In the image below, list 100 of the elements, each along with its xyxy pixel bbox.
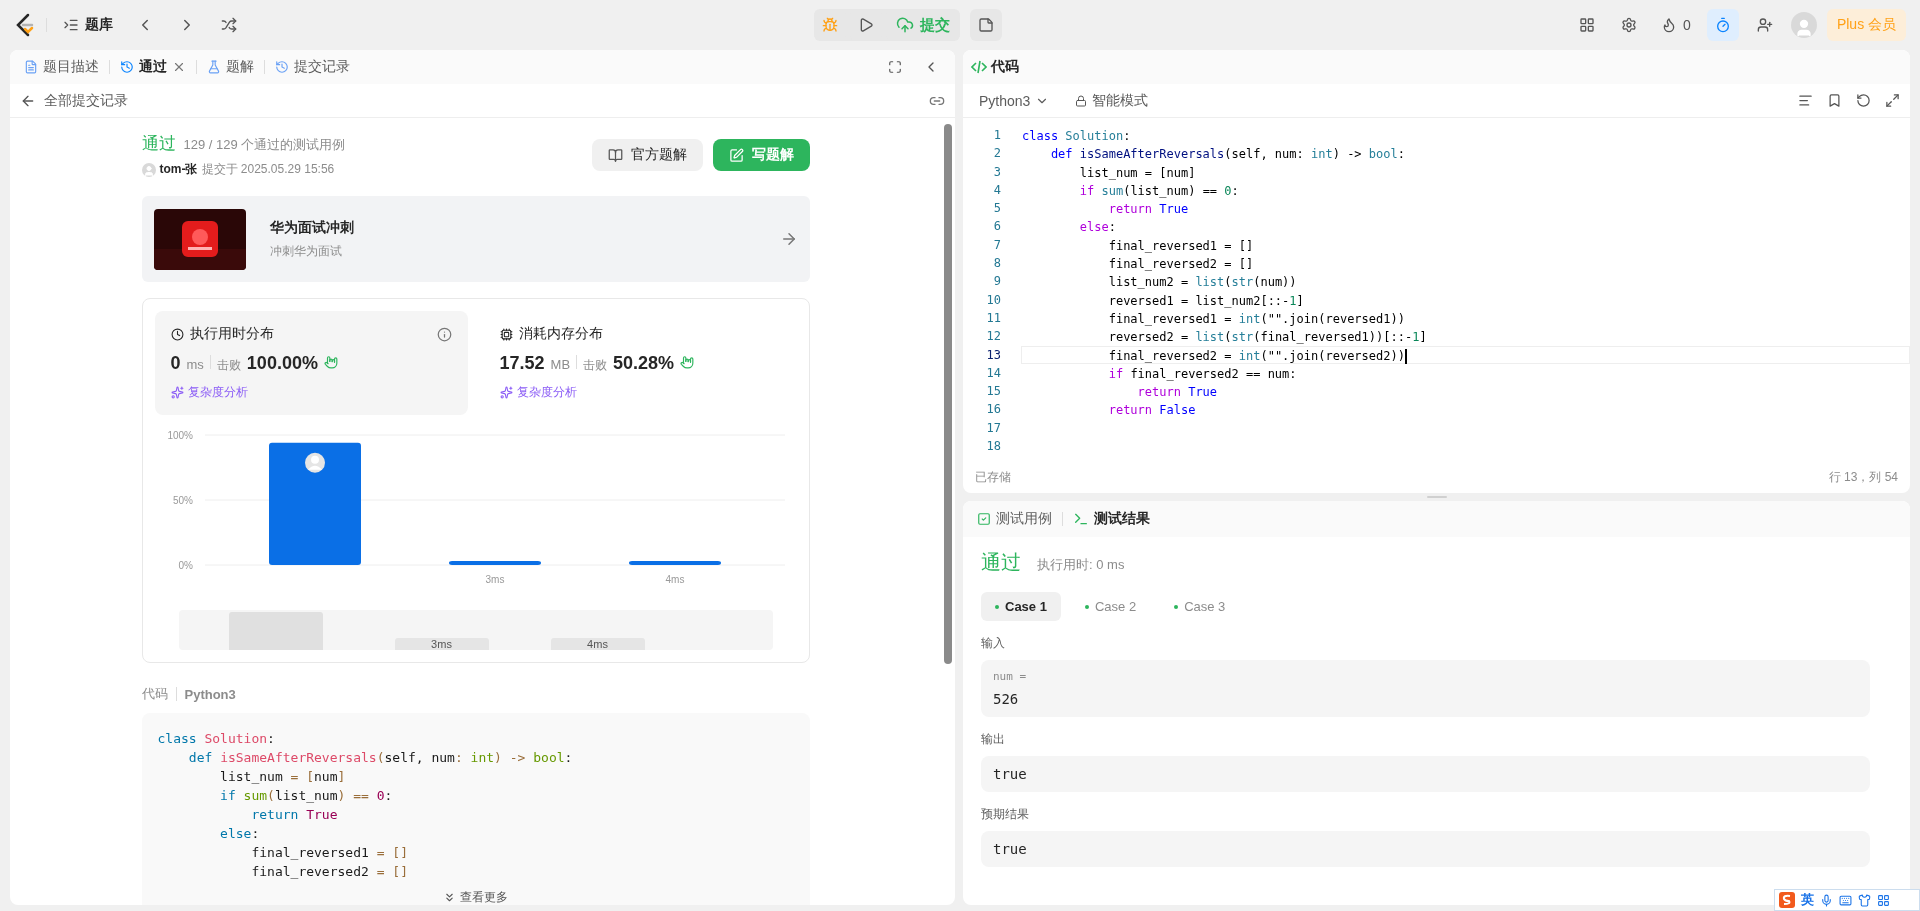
axis-label: 50% [172,495,193,506]
analysis-link[interactable]: 复杂度分析 [170,384,452,401]
grid-icon [1579,17,1596,33]
code-line: final_reversed2 = [] [250,863,409,881]
streak-button[interactable]: 0 [1655,9,1697,41]
sparkle-icon [499,386,513,399]
submit-time: 提交于 2025.05.29 15:56 [201,161,335,178]
value-text: 526 [993,691,1020,707]
grid-icon[interactable] [1877,893,1890,907]
hand-icon [680,355,695,369]
code-line: def isSameAfterReversals(self, num: int) -> bool: [1049,146,1406,163]
overview-label: 3ms [394,638,489,650]
line-number: 4 [992,181,1002,199]
section-label: 输入 [981,635,1006,652]
case-tab[interactable]: Case 2 [1070,592,1151,621]
line-number: 18 [985,438,1002,456]
resize-handle[interactable] [1426,496,1447,498]
case-tab[interactable]: Case 1 [981,592,1061,621]
avatar-icon [304,452,325,473]
expand-icon[interactable] [1885,93,1900,108]
analysis-link[interactable]: 复杂度分析 [499,384,781,401]
history-icon [120,60,134,74]
overview-label: 4ms [550,638,645,650]
keyboard-icon[interactable] [1839,893,1852,907]
terminal-icon [1073,511,1089,527]
mode-toggle[interactable]: 智能模式 [1069,87,1155,114]
code-line: return True [1136,384,1219,401]
result-status: 通过 [981,550,1021,575]
shirt-icon[interactable] [1858,893,1871,907]
shuffle-icon [221,17,237,33]
axis-label: 4ms [665,574,684,585]
back-link[interactable]: 全部提交记录 [20,91,128,110]
format-icon[interactable] [1798,93,1813,108]
line-number: 7 [992,236,1002,254]
panel-tab[interactable]: 测试用例 [971,506,1058,532]
flask-icon [207,60,221,74]
panel-tab[interactable]: 通过 [114,54,192,80]
code-line: else: [219,825,261,843]
panel-tab[interactable]: 题解 [201,54,260,80]
promo-card[interactable]: 华为面试冲刺 冲刺华为面试 [141,196,810,282]
stat-unit: MB [550,357,571,372]
stat-unit: ms [186,357,204,372]
show-more-button[interactable]: 查看更多 [435,881,516,905]
variable-name: num = [993,670,1028,683]
sparkle-icon [170,386,184,399]
code-line: class Solution: [157,730,276,748]
code-line: if sum(list_num) == 0: [1078,182,1240,200]
undo-icon[interactable] [1856,93,1871,108]
history-icon [275,60,289,74]
line-number: 2 [992,145,1002,163]
stat-value: 0 [170,353,181,374]
settings-icon [1621,17,1638,33]
microphone-icon[interactable] [1820,893,1833,907]
add-user-icon [1756,17,1773,33]
value-text: true [993,841,1028,857]
code-line: final_reversed2 = [] [1107,256,1255,273]
panel-tab[interactable]: 测试结果 [1067,506,1156,532]
logo[interactable] [14,13,36,37]
panel-tab[interactable]: 题目描述 [18,54,105,80]
problem-list-link[interactable]: 题库 [57,15,119,35]
line-number: 9 [992,273,1002,291]
test-count: 129 / 129 个通过的测试用例 [183,136,346,154]
code-line: return False [1107,402,1197,419]
line-number: 15 [985,383,1002,401]
stat-title: 执行用时分布 [189,325,274,343]
line-number: 11 [985,309,1002,327]
value-text: true [993,766,1028,782]
timer-button[interactable] [1706,9,1739,41]
runtime-text: 执行用时: 0 ms [1037,556,1125,574]
chevrons-down-icon [443,891,456,904]
section-label: 预期结果 [981,806,1030,823]
stat-tab[interactable]: 消耗内存分布 17.52 MB 击败 50.28% 复杂度分析 [483,311,797,415]
code-line: list_num2 = list(str(num)) [1107,274,1298,291]
play-icon [858,17,875,33]
fullscreen-icon [888,60,902,74]
code-line: class Solution: [1021,128,1132,145]
info-icon [436,326,452,342]
panel-tab[interactable]: 提交记录 [269,54,356,80]
save-status: 已存储 [975,468,1011,486]
line-number: 12 [985,328,1002,346]
official-solution-button[interactable]: 官方题解 [591,139,703,171]
line-number: 1 [992,127,1002,144]
lock-icon [1075,94,1088,107]
stat-tab[interactable]: 执行用时分布 0 ms 击败 100.00% 复杂度分析 [154,311,468,415]
line-number: 8 [992,255,1002,273]
code-line: reversed1 = list_num2[::-1] [1107,292,1305,309]
chart-overview[interactable]: 3ms 4ms [178,610,773,650]
stat-title: 消耗内存分布 [518,325,603,343]
bookmark-icon[interactable] [1827,93,1842,108]
code-line: if sum(list_num) == 0: [219,787,394,805]
note-button[interactable] [970,9,1003,41]
case-tab[interactable]: Case 3 [1160,592,1240,621]
beats-label: 击败 [216,357,241,374]
panel-title: 代码 [991,58,1019,76]
language-dropdown[interactable]: Python3 [973,88,1056,113]
close-icon[interactable] [172,60,186,74]
chip-icon [499,327,513,341]
ime-mode[interactable]: 英 [1801,891,1814,909]
code-line: return True [1107,201,1190,218]
timer-icon [1714,17,1731,33]
